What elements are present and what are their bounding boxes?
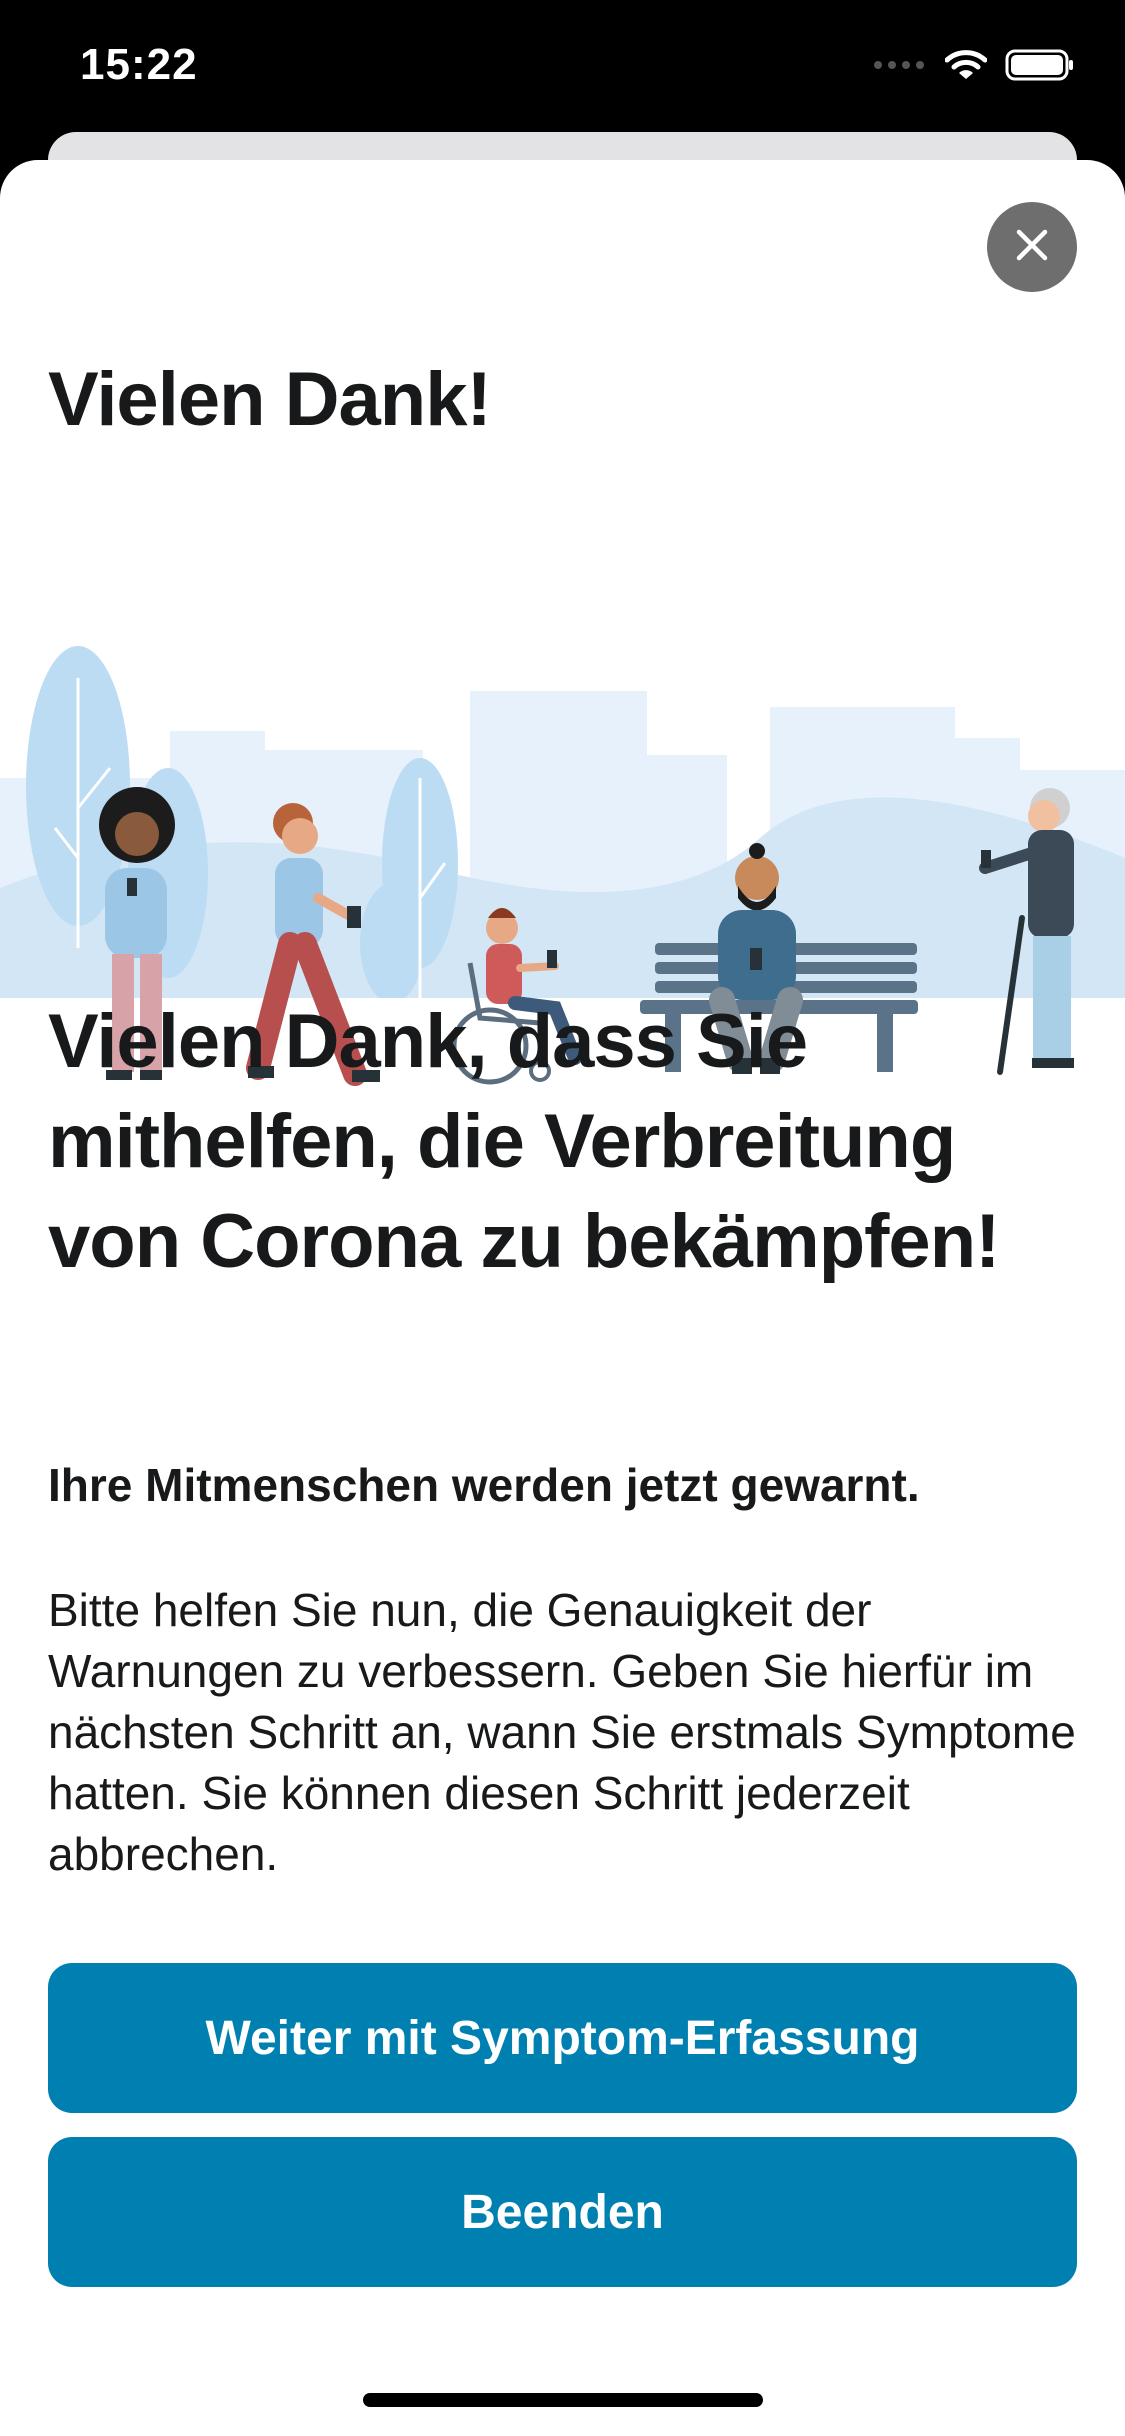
page-title: Vielen Dank! (48, 357, 492, 442)
body-text: Bitte helfen Sie nun, die Genauigkeit de… (48, 1584, 1076, 1880)
modal-sheet: Vielen Dank! Vielen Dank, dass Sie mithe… (0, 160, 1125, 2436)
status-bar: 15:22 (0, 0, 1125, 140)
finish-button[interactable]: Beenden (48, 2137, 1077, 2287)
subtitle: Ihre Mitmenschen werden jetzt gewarnt. (48, 1459, 920, 1511)
cellular-signal-icon (873, 58, 927, 77)
battery-icon (1005, 48, 1075, 87)
home-indicator (363, 2393, 763, 2407)
headline: Vielen Dank, dass Sie mithelfen, die Ver… (48, 999, 1000, 1284)
wifi-icon (944, 48, 988, 87)
continue-symptom-button[interactable]: Weiter mit Symptom-Erfassung (48, 1963, 1077, 2113)
close-button[interactable] (987, 202, 1077, 292)
status-icons (873, 48, 1075, 87)
status-time: 15:22 (80, 40, 198, 89)
close-icon (1015, 228, 1049, 267)
